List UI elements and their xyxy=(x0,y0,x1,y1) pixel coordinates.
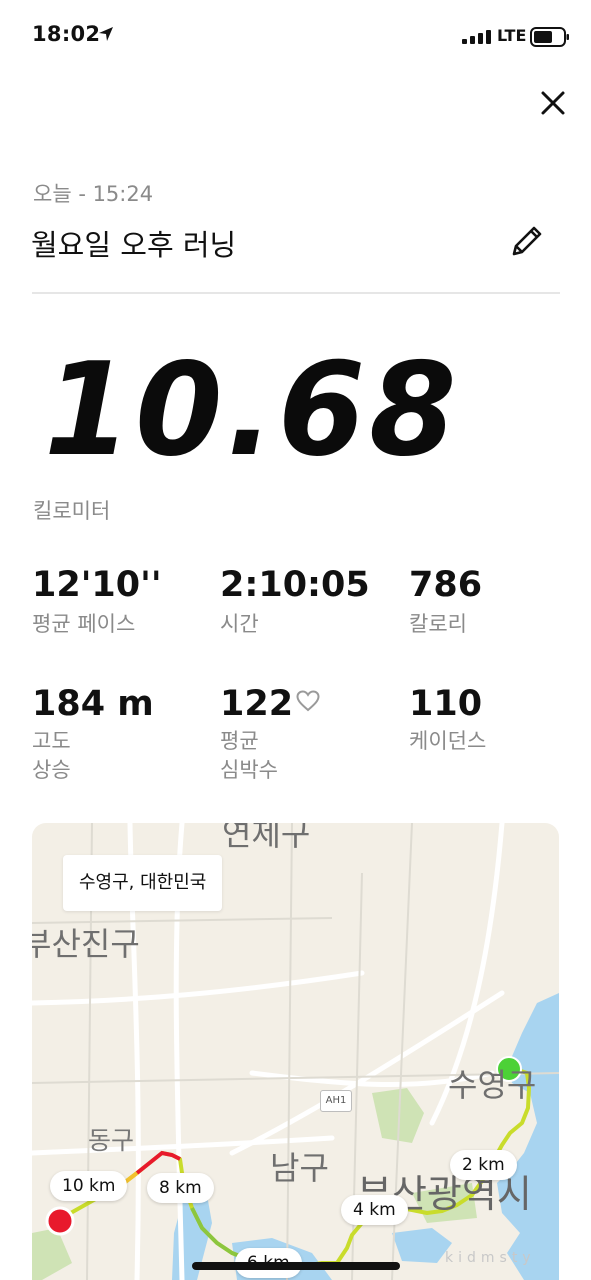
elevation-label-1: 고도 xyxy=(32,729,71,753)
location-arrow-icon xyxy=(99,27,113,41)
status-bar: 18:02 LTE xyxy=(0,0,591,70)
place-dong: 동구 xyxy=(88,1126,135,1155)
activity-date: 오늘 - 15:24 xyxy=(33,182,154,206)
distance-value: 10.68 xyxy=(44,336,461,485)
pace-value: 12'10'' xyxy=(32,565,162,605)
battery-icon xyxy=(530,27,569,47)
road-badge: AH1 xyxy=(320,1090,352,1112)
network-type: LTE xyxy=(497,26,527,45)
heart-rate-value: 122 xyxy=(220,684,294,724)
elevation-value: 184 m xyxy=(32,684,154,724)
calories-label: 칼로리 xyxy=(409,612,467,636)
km-marker-2: 2 km xyxy=(450,1150,517,1180)
place-busanjin: 부산진구 xyxy=(32,925,140,963)
park-area-3 xyxy=(32,1228,72,1280)
signal-icon xyxy=(462,30,491,44)
elevation-label-2: 상승 xyxy=(32,758,71,782)
route-end-marker xyxy=(45,1206,75,1236)
distance-unit: 킬로미터 xyxy=(33,499,111,523)
place-yeonje: 연제구 xyxy=(222,823,311,853)
heart-rate-label-1: 평균 xyxy=(220,729,259,753)
place-suyeong: 수영구 xyxy=(448,1066,537,1104)
close-button[interactable] xyxy=(536,86,570,120)
activity-title: 월요일 오후 러닝 xyxy=(31,228,237,262)
heart-rate-label-2: 심박수 xyxy=(220,758,278,782)
cadence-label: 케이던스 xyxy=(409,729,487,753)
route-segment-slow xyxy=(135,1150,181,1175)
place-nam: 남구 xyxy=(270,1149,329,1187)
km-marker-10: 10 km xyxy=(50,1171,128,1201)
home-indicator[interactable] xyxy=(192,1262,400,1270)
calories-value: 786 xyxy=(409,565,483,605)
route-map[interactable]: 연제구 부산진구 수영구 동구 남구 부산광역시 AH1 수영구, 대한민국 1… xyxy=(32,823,559,1280)
cadence-value: 110 xyxy=(409,684,483,724)
km-marker-4: 4 km xyxy=(341,1195,408,1225)
location-label: 수영구, 대한민국 xyxy=(63,855,223,911)
close-icon xyxy=(541,91,565,115)
divider xyxy=(32,292,560,294)
heart-icon[interactable] xyxy=(296,690,320,712)
bay-water xyxy=(392,1228,452,1263)
watermark: kidmsty xyxy=(445,1250,536,1266)
km-marker-8: 8 km xyxy=(147,1173,214,1203)
status-time: 18:02 xyxy=(32,22,101,46)
edit-button[interactable] xyxy=(506,222,546,262)
time-label: 시간 xyxy=(220,612,259,636)
pencil-icon xyxy=(512,226,542,256)
time-value: 2:10:05 xyxy=(220,565,370,605)
pace-label: 평균 페이스 xyxy=(32,612,136,636)
